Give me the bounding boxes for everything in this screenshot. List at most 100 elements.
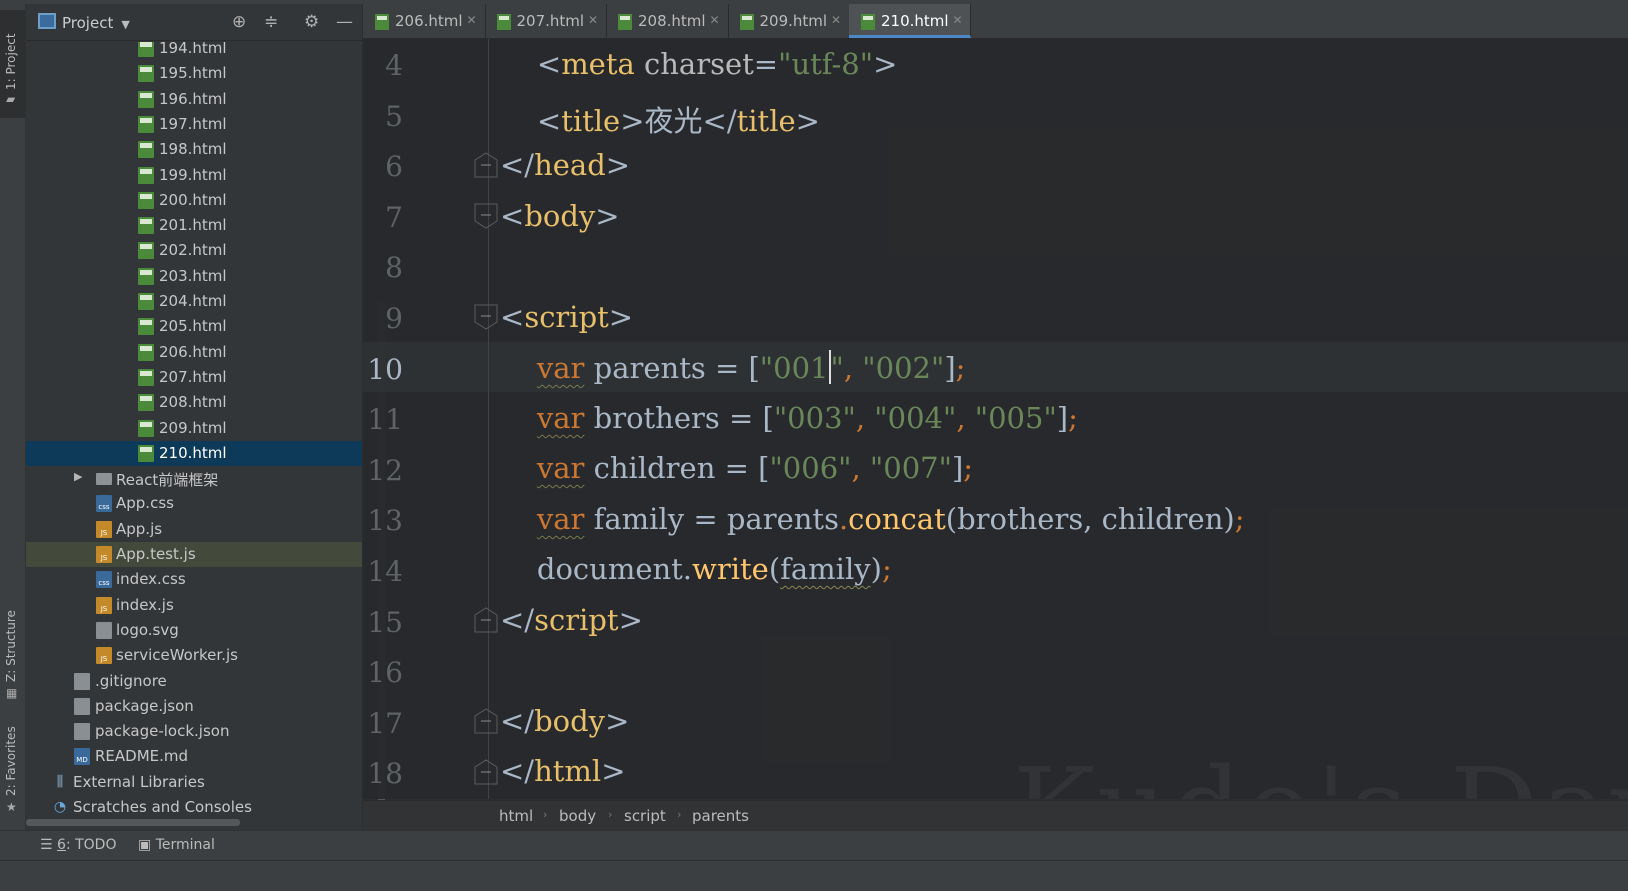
tree-item-html-file[interactable]: 197.html — [26, 112, 362, 137]
fold-marker-script-end[interactable] — [474, 607, 498, 633]
breadcrumb-script[interactable]: script — [624, 807, 666, 825]
tree-item-html-file[interactable]: 207.html — [26, 365, 362, 390]
editor-tab[interactable]: 206.html ✕ — [363, 4, 486, 38]
tree-item-external-libraries[interactable]: ⫼ External Libraries — [26, 770, 362, 795]
children-var: children — [593, 451, 716, 485]
code-line-13[interactable]: var family = parents.concat(brothers, ch… — [500, 502, 1245, 536]
breadcrumb-parents[interactable]: parents — [692, 807, 749, 825]
html-file-icon — [861, 14, 875, 30]
tree-item-root-file[interactable]: MD README.md — [26, 744, 362, 769]
tree-item-html-file[interactable]: 198.html — [26, 137, 362, 162]
close-icon[interactable]: ✕ — [588, 13, 598, 27]
expand-arrow-icon[interactable]: ▶ — [74, 470, 82, 483]
editor-tab[interactable]: 209.html ✕ — [728, 4, 850, 38]
code-line-14[interactable]: document.write(family); — [500, 552, 892, 586]
favorites-toolwindow-label: 2: Favorites — [4, 726, 18, 796]
tree-item-src-file[interactable]: css index.css — [26, 567, 362, 592]
code-line-12[interactable]: var children = ["006", "007"]; — [500, 451, 973, 485]
html-file-icon — [138, 343, 154, 361]
tree-item-html-file[interactable]: 195.html — [26, 61, 362, 86]
code-line-17[interactable]: </body> — [500, 704, 629, 738]
code-line-15[interactable]: </script> — [500, 603, 643, 637]
children-value-1: "006" — [769, 451, 852, 485]
tree-item-html-file[interactable]: 201.html — [26, 213, 362, 238]
fold-marker-head[interactable] — [474, 152, 498, 178]
breadcrumb-html[interactable]: html — [499, 807, 533, 825]
tree-item-html-file[interactable]: 202.html — [26, 238, 362, 263]
tree-item-src-file[interactable]: JS App.js — [26, 517, 362, 542]
tree-item-html-file[interactable]: 208.html — [26, 390, 362, 415]
code-line-7[interactable]: <body> — [500, 199, 620, 233]
concat-obj: parents — [726, 502, 839, 536]
line-number: 17 — [367, 706, 403, 740]
close-icon[interactable]: ✕ — [710, 13, 720, 27]
todo-tool-button[interactable]: ☰ 6: TODO — [40, 837, 116, 853]
minimize-icon[interactable]: — — [336, 12, 353, 32]
tree-item-html-file[interactable]: 204.html — [26, 289, 362, 314]
chevron-right-icon: › — [608, 808, 613, 821]
tree-item-html-file[interactable]: 205.html — [26, 314, 362, 339]
tree-item-src-file[interactable]: JS index.js — [26, 593, 362, 618]
code-line-5[interactable]: <title>夜光</title> — [500, 98, 820, 140]
fold-marker-body[interactable] — [474, 203, 498, 229]
structure-icon: ▦ — [6, 686, 18, 700]
tree-item-src-file[interactable]: JS App.test.js — [26, 542, 362, 567]
editor-tab[interactable]: 210.html ✕ — [849, 4, 971, 38]
tree-item-folder[interactable]: ▶ React前端框架 — [26, 466, 362, 491]
gear-icon[interactable]: ⚙ — [304, 12, 319, 32]
tree-item-html-file[interactable]: 209.html — [26, 416, 362, 441]
editor-tab[interactable]: 207.html ✕ — [485, 4, 607, 38]
code-line-11[interactable]: var brothers = ["003", "004", "005"]; — [500, 401, 1078, 435]
tree-item-html-file[interactable]: 203.html — [26, 264, 362, 289]
breadcrumb-body[interactable]: body — [559, 807, 596, 825]
code-line-9[interactable]: <script> — [500, 300, 633, 334]
folder-icon: ▰ — [6, 92, 16, 106]
tree-item-html-file[interactable]: 206.html — [26, 340, 362, 365]
tree-item-html-file[interactable]: 210.html — [26, 440, 362, 466]
locate-icon[interactable]: ⊕ — [232, 12, 246, 32]
project-view-selector[interactable]: Project ▼ — [38, 13, 130, 32]
library-icon: ⫼ — [56, 773, 64, 790]
children-value-2: "007" — [869, 451, 952, 485]
editor-tab[interactable]: 208.html ✕ — [606, 4, 729, 38]
tree-item-html-file[interactable]: 194.html — [26, 42, 362, 61]
tree-item-html-file[interactable]: 199.html — [26, 163, 362, 188]
tree-item-label: 210.html — [159, 443, 227, 462]
project-toolwindow-tab[interactable]: ▰ 1: Project — [0, 10, 25, 118]
tree-item-root-file[interactable]: package.json — [26, 694, 362, 719]
js-file-icon: JS — [96, 520, 112, 538]
fold-marker-html-end[interactable] — [474, 759, 498, 785]
tree-item-src-file[interactable]: css App.css — [26, 491, 362, 516]
code-editor[interactable]: Kudo's Day 4 5 6 7 8 9 10 11 12 13 14 15 16 17 18 <met… — [363, 39, 1628, 799]
file-file-icon — [74, 723, 90, 741]
editor-tab-label: 206.html — [395, 12, 463, 30]
terminal-icon: ▣ — [138, 837, 152, 853]
code-line-4[interactable]: <meta charset="utf-8"> — [500, 47, 898, 81]
tree-item-label: 197.html — [159, 114, 227, 133]
code-line-18[interactable]: </html> — [500, 754, 626, 788]
code-line-6[interactable]: </head> — [500, 148, 630, 182]
tree-item-root-file[interactable]: package-lock.json — [26, 719, 362, 744]
close-icon[interactable]: ✕ — [953, 13, 963, 27]
line-number: 18 — [367, 757, 403, 791]
tree-item-src-file[interactable]: JS serviceWorker.js — [26, 643, 362, 668]
brothers-value-2: "004" — [874, 401, 957, 435]
tree-item-html-file[interactable]: 196.html — [26, 87, 362, 112]
terminal-tool-button[interactable]: ▣ Terminal — [138, 837, 215, 853]
code-line-10[interactable]: var parents = ["001", "002"]; — [500, 350, 965, 385]
collapse-icon[interactable]: ≑ — [264, 12, 278, 32]
fold-marker-body-end[interactable] — [474, 708, 498, 734]
fold-marker-script[interactable] — [474, 304, 498, 330]
status-bar — [0, 860, 1628, 891]
tree-item-src-file[interactable]: logo.svg — [26, 618, 362, 643]
title-text: 夜光 — [644, 104, 703, 138]
tree-item-root-file[interactable]: .gitignore — [26, 669, 362, 694]
tree-horizontal-scrollbar[interactable] — [26, 819, 240, 826]
line-number: 5 — [385, 99, 403, 133]
close-icon[interactable]: ✕ — [831, 13, 841, 27]
project-title-label: Project — [62, 14, 114, 32]
tree-item-html-file[interactable]: 200.html — [26, 188, 362, 213]
close-icon[interactable]: ✕ — [467, 13, 477, 27]
tree-item-scratches[interactable]: ◔ Scratches and Consoles — [26, 795, 362, 820]
structure-toolwindow-tab[interactable]: ▦ Z: Structure — [0, 610, 25, 714]
